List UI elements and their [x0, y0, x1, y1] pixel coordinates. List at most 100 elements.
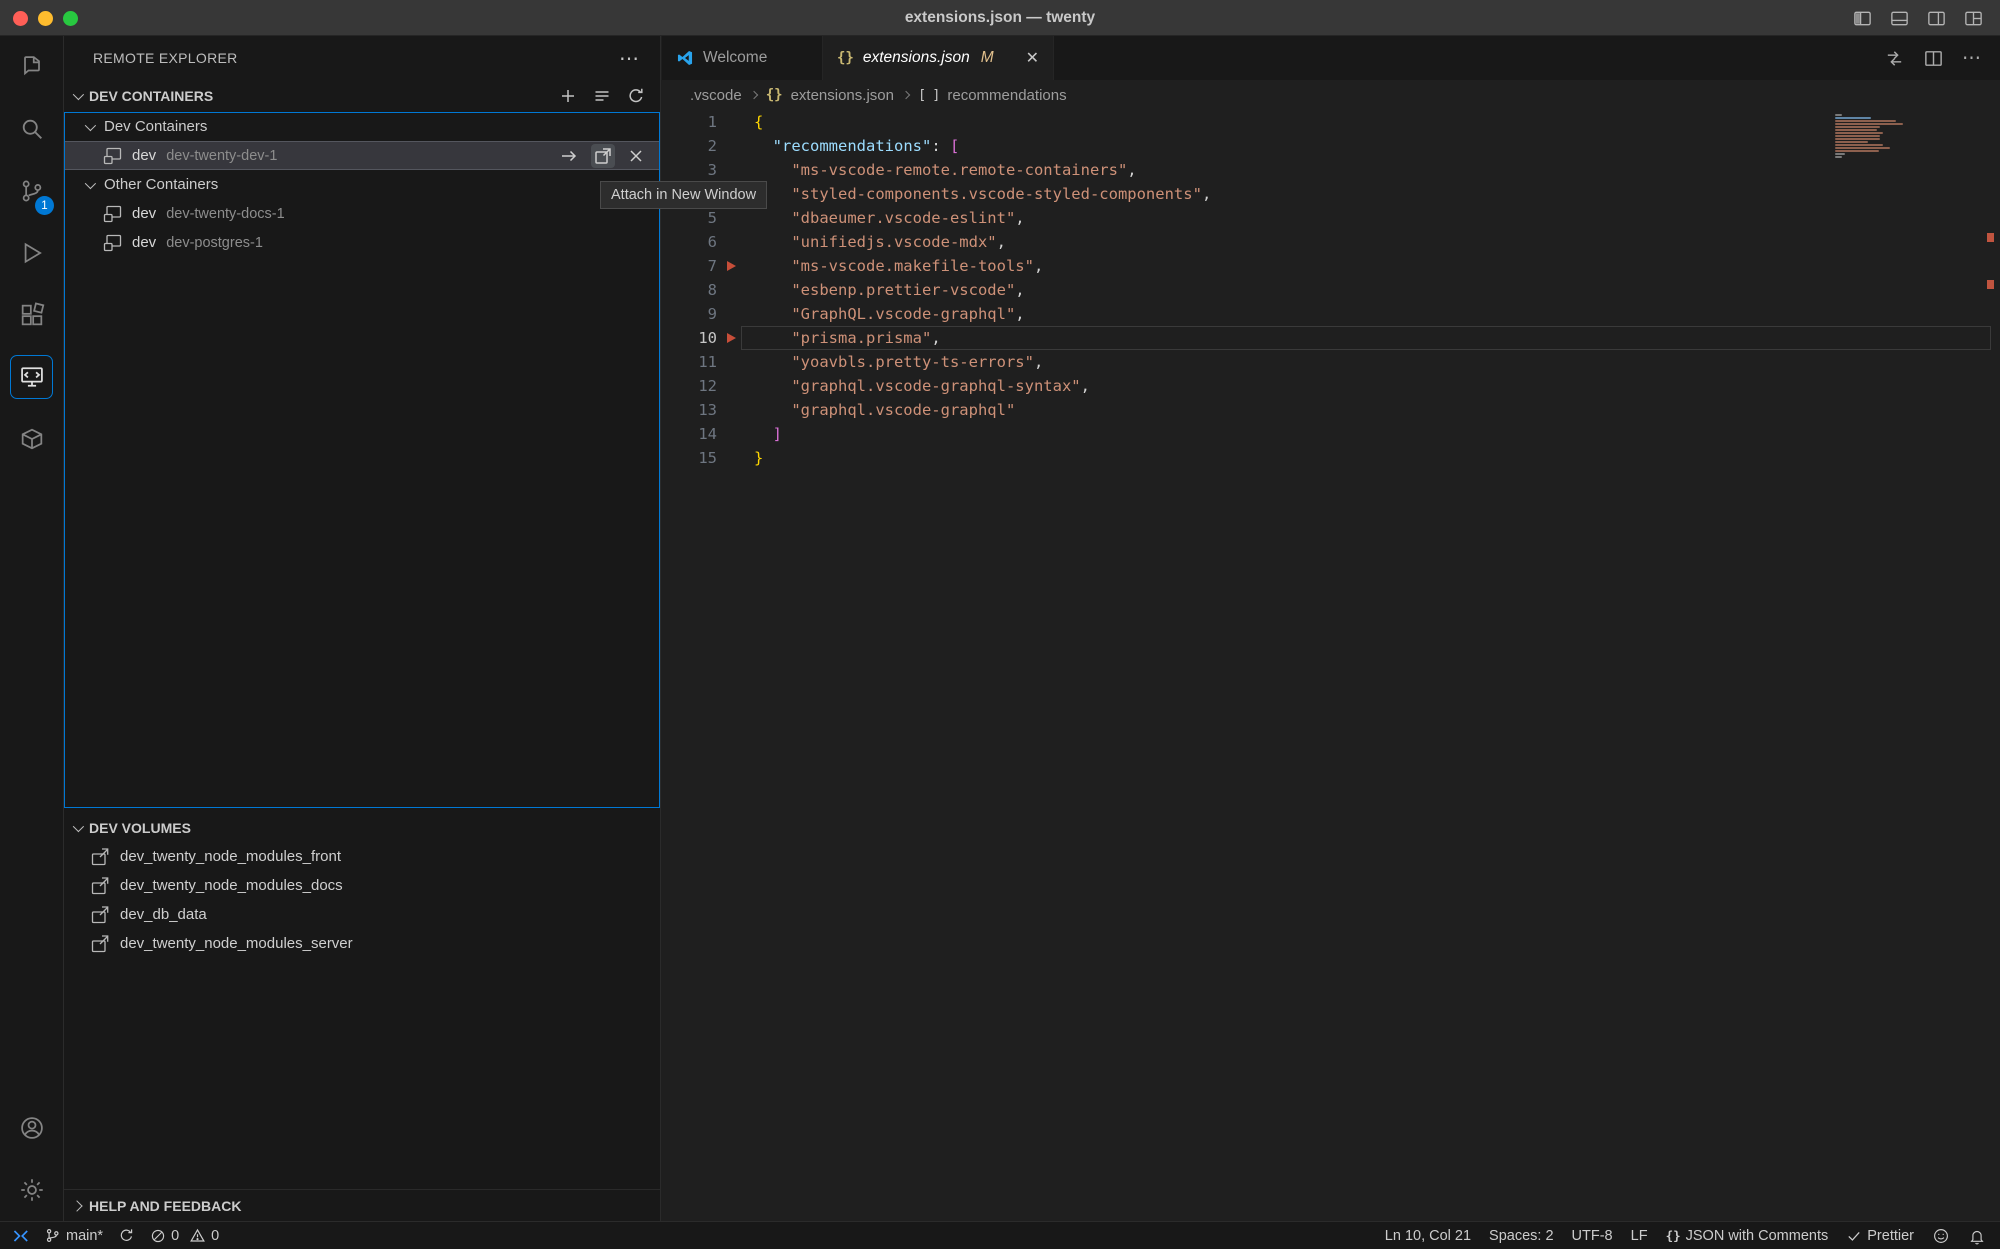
encoding-status[interactable]: UTF-8: [1572, 1228, 1613, 1244]
tab-extensions-json[interactable]: {} extensions.json M ✕: [823, 36, 1054, 80]
git-branch-status[interactable]: main*: [44, 1227, 103, 1244]
gutter[interactable]: [717, 134, 754, 158]
line-number[interactable]: 9: [662, 302, 717, 326]
formatter-status[interactable]: Prettier: [1846, 1228, 1914, 1244]
gutter[interactable]: [717, 302, 754, 326]
tab-welcome[interactable]: Welcome: [662, 36, 823, 80]
code-line-7[interactable]: 7 "ms-vscode.makefile-tools",: [662, 254, 2000, 278]
code-line-5[interactable]: 5 "dbaeumer.vscode-eslint",: [662, 206, 2000, 230]
section-header-help-feedback[interactable]: HELP AND FEEDBACK: [64, 1189, 660, 1221]
section-header-dev-volumes[interactable]: DEV VOLUMES: [64, 812, 660, 844]
bell-icon[interactable]: [1968, 1227, 1986, 1245]
gutter[interactable]: [717, 398, 754, 422]
section-header-dev-containers[interactable]: DEV CONTAINERS: [64, 80, 660, 112]
eol-status[interactable]: LF: [1631, 1228, 1648, 1244]
tree-item-dev-twenty-docs-1[interactable]: dev dev-twenty-docs-1: [64, 199, 660, 228]
tree-group-other-containers[interactable]: Other Containers: [64, 170, 660, 199]
gutter[interactable]: [717, 278, 754, 302]
gutter[interactable]: [717, 374, 754, 398]
activity-item-accounts[interactable]: [0, 1097, 63, 1159]
toggle-secondary-sidebar-icon[interactable]: [1926, 8, 1947, 29]
code-line-11[interactable]: 11 "yoavbls.pretty-ts-errors",: [662, 350, 2000, 374]
git-deleted-marker-icon: [727, 333, 736, 343]
line-number[interactable]: 13: [662, 398, 717, 422]
code-line-15[interactable]: 15}: [662, 446, 2000, 470]
views-more-actions-icon[interactable]: ⋯: [619, 46, 640, 71]
volume-item[interactable]: dev_twenty_node_modules_docs: [64, 871, 660, 900]
tree-item-dev-twenty-dev-1[interactable]: dev dev-twenty-dev-1: [64, 141, 660, 170]
activity-item-explorer[interactable]: [0, 36, 63, 98]
line-number[interactable]: 2: [662, 134, 717, 158]
code-line-1[interactable]: 1{: [662, 110, 2000, 134]
indentation-status[interactable]: Spaces: 2: [1489, 1228, 1554, 1244]
problems-status[interactable]: 0 0: [150, 1227, 219, 1244]
remote-indicator-icon[interactable]: [9, 1226, 29, 1246]
breadcrumb-file[interactable]: extensions.json: [791, 87, 894, 104]
gutter[interactable]: [717, 350, 754, 374]
open-changes-icon[interactable]: [1884, 48, 1905, 69]
volume-item[interactable]: dev_twenty_node_modules_server: [64, 929, 660, 958]
breadcrumb-symbol[interactable]: recommendations: [947, 87, 1066, 104]
activity-item-remote-explorer[interactable]: [0, 346, 63, 408]
line-number[interactable]: 8: [662, 278, 717, 302]
code-line-10[interactable]: 10 "prisma.prisma",: [662, 326, 2000, 350]
line-number[interactable]: 12: [662, 374, 717, 398]
activity-item-run-debug[interactable]: [0, 222, 63, 284]
line-number[interactable]: 3: [662, 158, 717, 182]
activity-item-container-tools[interactable]: [0, 408, 63, 470]
toggle-panel-icon[interactable]: [1889, 8, 1910, 29]
code-line-14[interactable]: 14 ]: [662, 422, 2000, 446]
code-line-8[interactable]: 8 "esbenp.prettier-vscode",: [662, 278, 2000, 302]
tree-item-dev-postgres-1[interactable]: dev dev-postgres-1: [64, 228, 660, 257]
line-number[interactable]: 15: [662, 446, 717, 470]
code-line-3[interactable]: 3 "ms-vscode-remote.remote-containers",: [662, 158, 2000, 182]
close-tab-icon[interactable]: ✕: [1026, 48, 1039, 68]
line-number[interactable]: 14: [662, 422, 717, 446]
line-number[interactable]: 6: [662, 230, 717, 254]
gutter[interactable]: [717, 422, 754, 446]
feedback-icon[interactable]: [1932, 1227, 1950, 1245]
gutter[interactable]: [717, 158, 754, 182]
line-number[interactable]: 7: [662, 254, 717, 278]
warnings-icon: [189, 1227, 206, 1244]
attach-container-icon[interactable]: [559, 146, 579, 166]
code-line-4[interactable]: 4 "styled-components.vscode-styled-compo…: [662, 182, 2000, 206]
line-number[interactable]: 5: [662, 206, 717, 230]
code-text: }: [754, 446, 763, 470]
activity-item-search[interactable]: [0, 98, 63, 160]
code-line-13[interactable]: 13 "graphql.vscode-graphql": [662, 398, 2000, 422]
minimap[interactable]: [1835, 114, 1907, 159]
code-line-12[interactable]: 12 "graphql.vscode-graphql-syntax",: [662, 374, 2000, 398]
volume-item[interactable]: dev_twenty_node_modules_front: [64, 842, 660, 871]
attach-in-new-window-icon[interactable]: [591, 144, 615, 168]
activity-item-extensions[interactable]: [0, 284, 63, 346]
line-number[interactable]: 10: [662, 326, 717, 350]
close-icon[interactable]: [627, 147, 645, 165]
gutter[interactable]: [717, 206, 754, 230]
cursor-position-status[interactable]: Ln 10, Col 21: [1385, 1228, 1471, 1244]
line-number[interactable]: 11: [662, 350, 717, 374]
code-line-6[interactable]: 6 "unifiedjs.vscode-mdx",: [662, 230, 2000, 254]
gutter[interactable]: [717, 110, 754, 134]
sync-icon[interactable]: [118, 1227, 135, 1244]
code-line-9[interactable]: 9 "GraphQL.vscode-graphql",: [662, 302, 2000, 326]
activity-item-source-control[interactable]: 1: [0, 160, 63, 222]
gutter[interactable]: [717, 254, 754, 278]
line-number[interactable]: 1: [662, 110, 717, 134]
activity-item-settings[interactable]: [0, 1159, 63, 1221]
customize-layout-icon[interactable]: [1963, 8, 1984, 29]
refresh-icon[interactable]: [626, 86, 646, 106]
volume-item[interactable]: dev_db_data: [64, 900, 660, 929]
language-mode-status[interactable]: {} JSON with Comments: [1666, 1228, 1829, 1244]
gutter[interactable]: [717, 446, 754, 470]
toggle-primary-sidebar-icon[interactable]: [1852, 8, 1873, 29]
more-actions-icon[interactable]: ⋯: [1962, 47, 1982, 70]
filter-list-icon[interactable]: [592, 86, 612, 106]
code-line-2[interactable]: 2 "recommendations": [: [662, 134, 2000, 158]
new-dev-container-icon[interactable]: [558, 86, 578, 106]
tree-group-dev-containers[interactable]: Dev Containers: [64, 112, 660, 141]
split-editor-icon[interactable]: [1923, 48, 1944, 69]
gutter[interactable]: [717, 230, 754, 254]
breadcrumb-folder[interactable]: .vscode: [690, 87, 742, 104]
gutter[interactable]: [717, 326, 754, 350]
